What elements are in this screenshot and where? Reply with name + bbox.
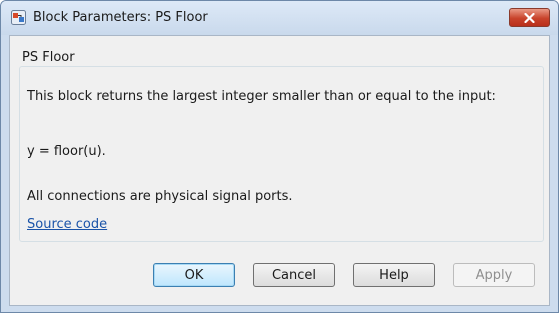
title-bar[interactable]: Block Parameters: PS Floor	[1, 1, 558, 35]
close-icon	[524, 8, 535, 27]
connections-note: All connections are physical signal port…	[27, 189, 293, 204]
ok-button[interactable]: OK	[153, 263, 235, 287]
apply-button[interactable]: Apply	[453, 263, 535, 287]
close-button[interactable]	[509, 8, 550, 27]
dialog-window: Block Parameters: PS Floor PS Floor This…	[0, 0, 559, 313]
source-code-link[interactable]: Source code	[27, 217, 107, 232]
dialog-client-area: PS Floor This block returns the largest …	[9, 35, 550, 306]
block-formula: y = floor(u).	[27, 144, 106, 159]
block-description: This block returns the largest integer s…	[27, 89, 496, 104]
cancel-button[interactable]: Cancel	[253, 263, 335, 287]
simulink-block-icon	[11, 10, 26, 25]
window-title: Block Parameters: PS Floor	[33, 10, 208, 25]
help-button[interactable]: Help	[353, 263, 435, 287]
group-label: PS Floor	[18, 50, 79, 65]
